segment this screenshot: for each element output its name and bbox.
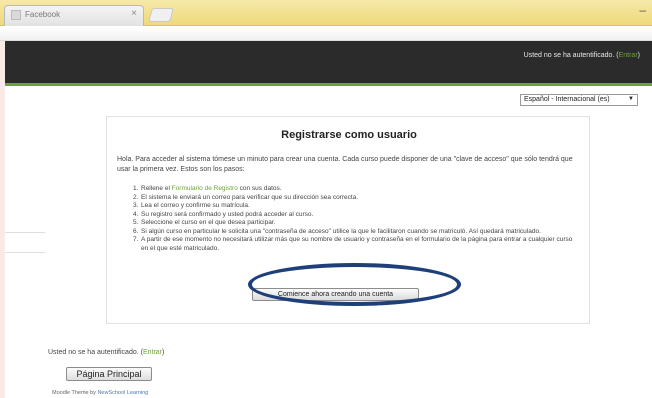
- signup-info-box: Registrarse como usuario Hola. Para acce…: [106, 116, 590, 324]
- left-edge: [0, 41, 5, 398]
- browser-toolbar: [0, 27, 652, 41]
- left-column-divider: [5, 252, 45, 253]
- minimize-window-icon[interactable]: –: [639, 3, 646, 17]
- new-tab-button[interactable]: [148, 8, 174, 22]
- list-item: 1. Rellene el Formulario de Registro con …: [133, 185, 282, 192]
- page-favicon-icon: [11, 10, 21, 20]
- login-link-top[interactable]: Entrar: [619, 52, 638, 59]
- page-title: Registrarse como usuario: [281, 129, 417, 141]
- dropdown-arrow-icon: ▼: [628, 96, 634, 102]
- login-status-bottom: Usted no se ha autentificado. (Entrar): [48, 349, 165, 356]
- create-account-button[interactable]: Comience ahora creando una cuenta: [252, 288, 419, 301]
- header-accent-line: [5, 83, 652, 86]
- language-selected-value: Español - Internacional (es): [524, 96, 610, 103]
- home-page-button[interactable]: Página Principal: [66, 367, 152, 381]
- login-link-bottom[interactable]: Entrar: [143, 349, 162, 356]
- theme-credit: Moodle Theme by NewSchool Learning: [52, 390, 149, 396]
- browser-tab[interactable]: Facebook ×: [4, 5, 144, 26]
- language-select[interactable]: Español - Internacional (es) ▼: [520, 94, 638, 106]
- tab-title: Facebook: [25, 10, 61, 19]
- browser-tab-strip: Facebook × –: [0, 0, 652, 26]
- left-column-divider: [5, 232, 45, 233]
- site-header: [5, 41, 652, 83]
- theme-author-link[interactable]: NewSchool Learning: [97, 390, 148, 396]
- intro-text: Hola. Para acceder al sistema tómese un …: [117, 156, 573, 173]
- list-item: 2. El sistema le enviará un correo para v…: [133, 193, 359, 201]
- list-item: 7. A partir de ese momento no necesitará …: [133, 236, 573, 252]
- list-item: 6. Si algún curso en particular le solici…: [133, 227, 541, 235]
- close-tab-icon[interactable]: ×: [131, 8, 137, 19]
- list-item: 3. Lea el correo y confirme su matrícula.: [133, 202, 250, 209]
- login-status-top: Usted no se ha autentificado. (Entrar): [523, 52, 640, 59]
- registration-form-link[interactable]: Formulario de Registro: [172, 185, 238, 192]
- steps-list: 1. Rellene el Formulario de Registro con …: [133, 185, 581, 253]
- list-item: 4. Su registro será confirmado y usted po…: [133, 210, 314, 218]
- list-item: 5. Seleccione el curso en el que desea pa…: [133, 219, 276, 226]
